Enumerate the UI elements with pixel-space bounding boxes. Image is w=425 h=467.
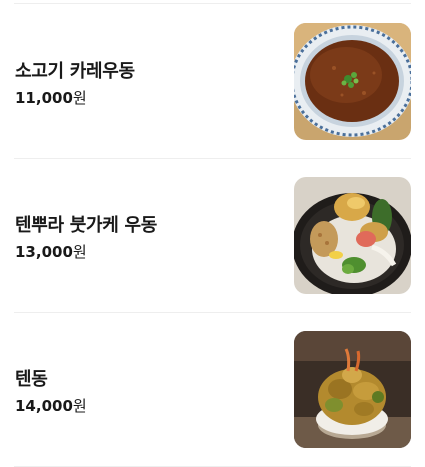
tendon-photo xyxy=(294,331,411,448)
menu-item-name: 텐뿌라 붓가케 우동 xyxy=(15,215,158,236)
price-unit: 원 xyxy=(72,89,87,107)
price-unit: 원 xyxy=(72,397,87,415)
menu-item-price: 14,000원 xyxy=(15,395,87,416)
menu-item-tempura-bukkake-udon[interactable]: 텐뿌라 붓가케 우동 13,000원 xyxy=(0,158,425,312)
tempura-bukkake-udon-photo xyxy=(294,177,411,294)
menu-item-price: 11,000원 xyxy=(15,87,87,108)
menu-item-tendon[interactable]: 텐동 14,000원 xyxy=(0,312,425,466)
price-unit: 원 xyxy=(72,243,87,261)
menu-item-name: 텐동 xyxy=(15,369,48,390)
price-value: 11,000 xyxy=(15,89,73,107)
menu-item-curry-udon[interactable]: 소고기 카레우동 11,000원 xyxy=(0,4,425,158)
curry-udon-photo xyxy=(294,23,411,140)
menu-item-price: 13,000원 xyxy=(15,241,87,262)
price-value: 14,000 xyxy=(15,397,73,415)
price-value: 13,000 xyxy=(15,243,73,261)
menu-item-name: 소고기 카레우동 xyxy=(15,61,135,82)
menu-list: 소고기 카레우동 11,000원 텐뿌라 붓가케 우동 13,000원 텐동 1… xyxy=(0,0,425,467)
